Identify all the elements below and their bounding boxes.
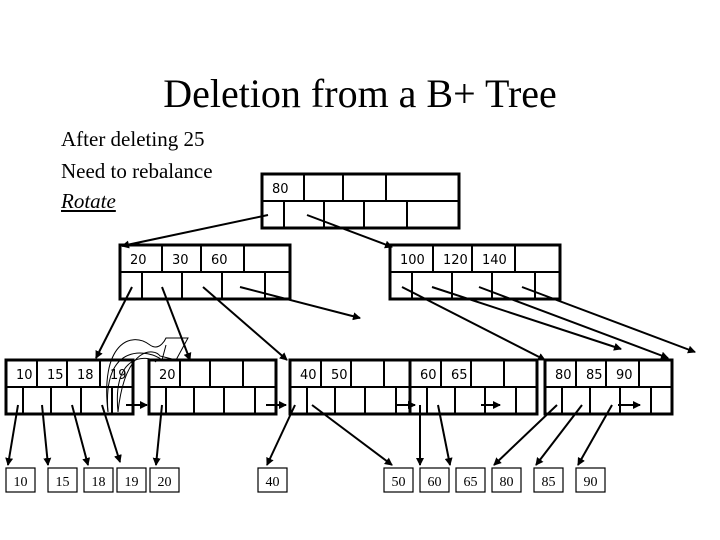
data-record: 19 [116, 467, 147, 493]
pointer-arrow [478, 286, 669, 360]
data-record: 20 [149, 467, 180, 493]
record-key: 19 [125, 475, 139, 490]
node-key: 85 [586, 368, 603, 383]
leaf-node-2: 20 [147, 358, 278, 416]
record-key: 90 [584, 475, 598, 490]
node-key: 20 [159, 368, 176, 383]
record-key: 85 [542, 475, 556, 490]
node-key: 140 [482, 253, 507, 268]
data-record: 15 [47, 467, 78, 493]
node-key: 50 [331, 368, 348, 383]
record-key: 60 [428, 475, 442, 490]
record-key: 50 [392, 475, 406, 490]
node-key: 20 [130, 253, 147, 268]
node-key: 15 [47, 368, 64, 383]
bplus-tree-diagram: 80 20 30 60 100 120 140 10 15 18 19 20 40 50 60 65 80 85 9… [4, 172, 696, 493]
record-key: 10 [14, 475, 28, 490]
data-record: 60 [419, 467, 450, 493]
record-key: 65 [464, 475, 478, 490]
data-record: 10 [5, 467, 36, 493]
internal-node-left: 20 30 60 [118, 243, 292, 301]
node-key: 60 [211, 253, 228, 268]
node-key: 40 [300, 368, 317, 383]
data-record: 65 [455, 467, 486, 493]
record-key: 18 [92, 475, 106, 490]
pointer-arrow [121, 214, 269, 249]
pointer-arrow [95, 286, 133, 359]
root-node: 80 [260, 172, 461, 230]
node-key: 18 [77, 368, 94, 383]
node-key: 80 [272, 182, 289, 197]
node-key: 30 [172, 253, 189, 268]
leaf-node-4: 60 65 [408, 358, 539, 416]
node-key: 100 [400, 253, 425, 268]
data-record: 18 [83, 467, 114, 493]
node-key: 80 [555, 368, 572, 383]
data-record: 80 [491, 467, 522, 493]
record-key: 15 [56, 475, 70, 490]
leaf-node-5: 80 85 90 [543, 358, 674, 416]
node-key: 90 [616, 368, 633, 383]
pointer-arrow [521, 286, 696, 354]
node-key: 10 [16, 368, 33, 383]
data-record: 50 [383, 467, 414, 493]
data-record: 85 [533, 467, 564, 493]
node-key: 120 [443, 253, 468, 268]
node-key: 60 [420, 368, 437, 383]
record-key: 80 [500, 475, 514, 490]
record-key: 40 [266, 475, 280, 490]
record-key: 20 [158, 475, 172, 490]
node-key: 65 [451, 368, 468, 383]
data-record: 90 [575, 467, 606, 493]
data-record: 40 [257, 467, 288, 493]
pointer-arrow [239, 286, 361, 321]
